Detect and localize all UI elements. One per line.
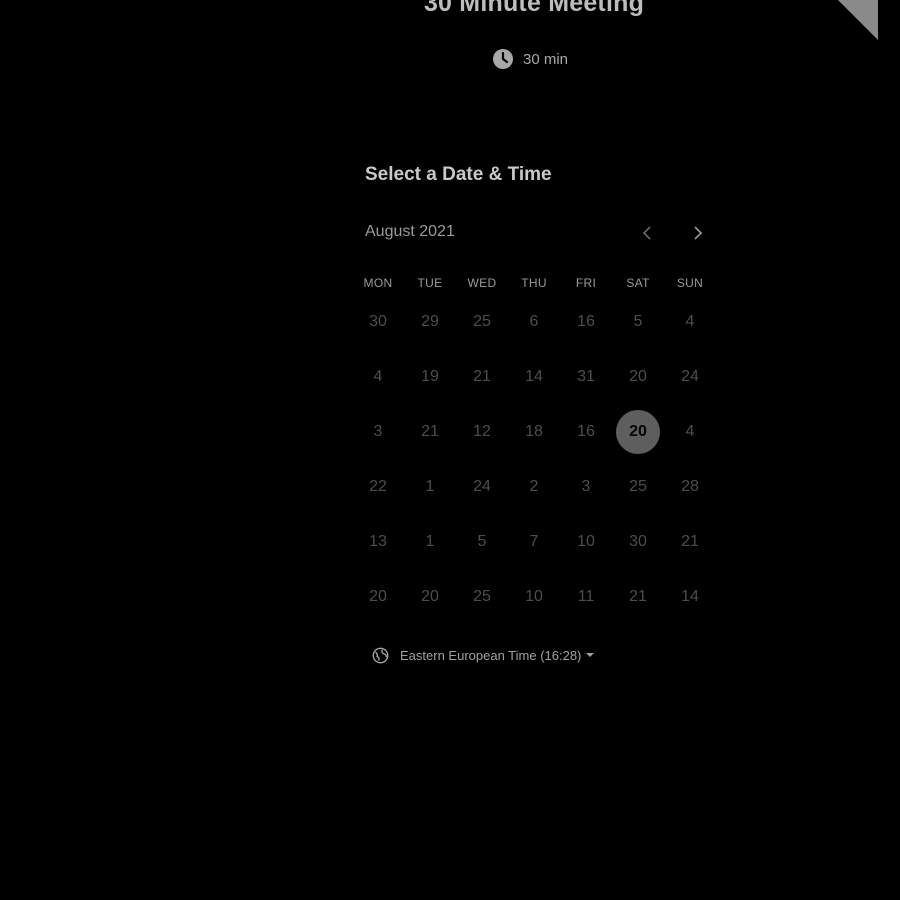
calendar-day[interactable]: 12 bbox=[460, 410, 504, 454]
calendar-day[interactable]: 21 bbox=[408, 410, 452, 454]
calendar-day[interactable]: 4 bbox=[356, 355, 400, 399]
prev-month-button[interactable] bbox=[635, 220, 659, 246]
caret-down-icon bbox=[586, 653, 595, 657]
calendar-day[interactable]: 5 bbox=[460, 520, 504, 564]
calendar-day[interactable]: 25 bbox=[460, 575, 504, 619]
calendar-day[interactable]: 19 bbox=[408, 355, 452, 399]
scheduling-page: 30 Minute Meeting 30 min Select a Date &… bbox=[0, 0, 900, 900]
calendar-day[interactable]: 30 bbox=[616, 520, 660, 564]
calendar-day[interactable]: 24 bbox=[668, 355, 712, 399]
calendar-day[interactable]: 7 bbox=[512, 520, 556, 564]
weekday-label: TUE bbox=[417, 276, 443, 290]
timezone-selector[interactable]: Eastern European Time (16:28) bbox=[372, 644, 595, 666]
calendar-day[interactable]: 13 bbox=[356, 520, 400, 564]
calendar-day[interactable]: 20 bbox=[356, 575, 400, 619]
calendar-day[interactable]: 1 bbox=[408, 520, 452, 564]
calendar-day[interactable]: 1 bbox=[408, 465, 452, 509]
calendar-day[interactable]: 21 bbox=[616, 575, 660, 619]
calendar-day[interactable]: 21 bbox=[668, 520, 712, 564]
meeting-title: 30 Minute Meeting bbox=[423, 0, 645, 17]
globe-icon bbox=[372, 647, 389, 663]
calendar-day[interactable]: 29 bbox=[408, 300, 452, 344]
calendar-day[interactable]: 20 bbox=[408, 575, 452, 619]
calendar-day[interactable]: 2 bbox=[512, 465, 556, 509]
calendar-day[interactable]: 14 bbox=[512, 355, 556, 399]
calendar-day[interactable]: 11 bbox=[564, 575, 608, 619]
weekday-label: SAT bbox=[626, 276, 650, 290]
calendar-day[interactable]: 6 bbox=[512, 300, 556, 344]
calendar-day[interactable]: 31 bbox=[564, 355, 608, 399]
calendar-day[interactable]: 3 bbox=[564, 465, 608, 509]
chevron-left-icon bbox=[642, 226, 651, 240]
selected-day[interactable]: 20 bbox=[616, 410, 660, 454]
calendar-day[interactable]: 21 bbox=[460, 355, 504, 399]
clock-icon bbox=[493, 49, 513, 69]
weekday-label: FRI bbox=[575, 276, 597, 290]
calendar-day[interactable]: 10 bbox=[564, 520, 608, 564]
weekday-label: SUN bbox=[676, 276, 704, 290]
next-month-button[interactable] bbox=[686, 220, 710, 246]
calendar-day[interactable]: 22 bbox=[356, 465, 400, 509]
calendar-day[interactable]: 16 bbox=[564, 410, 608, 454]
calendar-day[interactable]: 24 bbox=[460, 465, 504, 509]
duration-label: 30 min bbox=[523, 50, 569, 68]
weekday-label: WED bbox=[467, 276, 497, 290]
calendar-day[interactable]: 14 bbox=[668, 575, 712, 619]
weekday-label: MON bbox=[363, 276, 393, 290]
calendar-day[interactable]: 4 bbox=[668, 410, 712, 454]
calendar-day[interactable]: 18 bbox=[512, 410, 556, 454]
calendar-day[interactable]: 5 bbox=[616, 300, 660, 344]
calendar-day[interactable]: 30 bbox=[356, 300, 400, 344]
calendar-day[interactable]: 4 bbox=[668, 300, 712, 344]
section-title: Select a Date & Time bbox=[365, 164, 552, 185]
calendar-day[interactable]: 28 bbox=[668, 465, 712, 509]
calendar-day[interactable]: 25 bbox=[616, 465, 660, 509]
weekday-label: THU bbox=[521, 276, 547, 290]
timezone-label: Eastern European Time (16:28) bbox=[400, 647, 582, 663]
calendar-day[interactable]: 25 bbox=[460, 300, 504, 344]
chevron-right-icon bbox=[694, 226, 703, 240]
month-label: August 2021 bbox=[365, 223, 455, 240]
meeting-duration: 30 min bbox=[492, 46, 568, 72]
calendar-day[interactable]: 16 bbox=[564, 300, 608, 344]
corner-ribbon-icon bbox=[838, 0, 878, 40]
calendar-day[interactable]: 3 bbox=[356, 410, 400, 454]
calendar-day[interactable]: 10 bbox=[512, 575, 556, 619]
calendar-day[interactable]: 20 bbox=[616, 355, 660, 399]
